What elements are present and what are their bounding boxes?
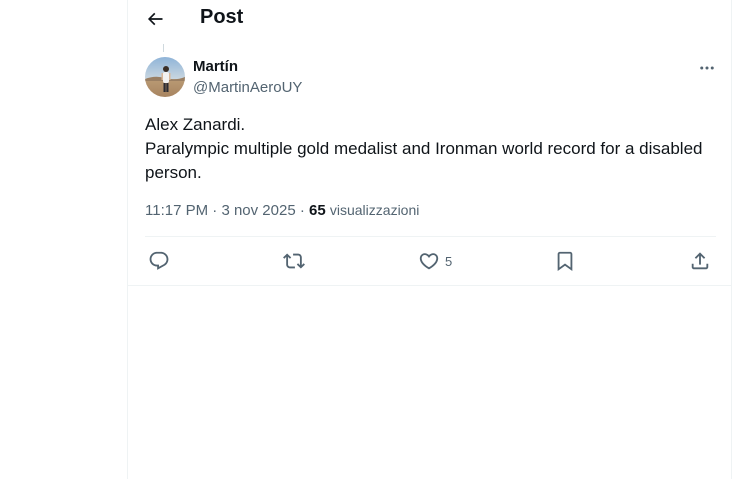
thread-connector [163,44,164,52]
meta-separator: · [212,202,218,219]
author-handle[interactable]: @MartinAeroUY [193,79,302,96]
views-label: visualizzazioni [329,202,420,218]
heart-icon [419,253,439,270]
tweet-time[interactable]: 11:17 PM [145,202,208,219]
avatar-image [145,57,185,97]
bookmark-button[interactable] [554,249,576,273]
repost-button[interactable] [283,249,305,273]
bookmark-icon [557,251,573,272]
divider [128,285,731,286]
tweet-meta: 11:17 PM · 3 nov 2025 · 65 visualizzazio… [145,202,419,219]
tweet-text-line: Alex Zanardi. [145,115,246,134]
share-icon [691,252,709,270]
arrow-left-icon [147,12,163,26]
page-title: Post [200,6,244,28]
back-button[interactable] [142,6,168,32]
tweet-date[interactable]: 3 nov 2025 [221,202,295,219]
more-options-button[interactable] [695,56,719,80]
header: Post [128,0,731,38]
tweet-text: Alex Zanardi. Paralympic multiple gold m… [145,113,705,185]
left-gutter [0,0,127,479]
like-count: 5 [445,253,453,269]
author-display-name[interactable]: Martín [193,58,238,75]
post-column: Post Martín @MartinAeroUY Alex Zanardi. … [127,0,732,479]
like-button[interactable]: 5 [418,249,452,273]
views-count: 65 [309,202,326,219]
meta-separator: · [299,202,305,219]
reply-icon [149,251,169,270]
reply-button[interactable] [148,249,170,273]
more-icon [700,66,714,70]
divider [145,236,716,237]
share-button[interactable] [689,249,711,273]
avatar[interactable] [145,57,185,97]
tweet-text-line: Paralympic multiple gold medalist and Ir… [145,139,703,182]
repost-icon [283,253,305,269]
